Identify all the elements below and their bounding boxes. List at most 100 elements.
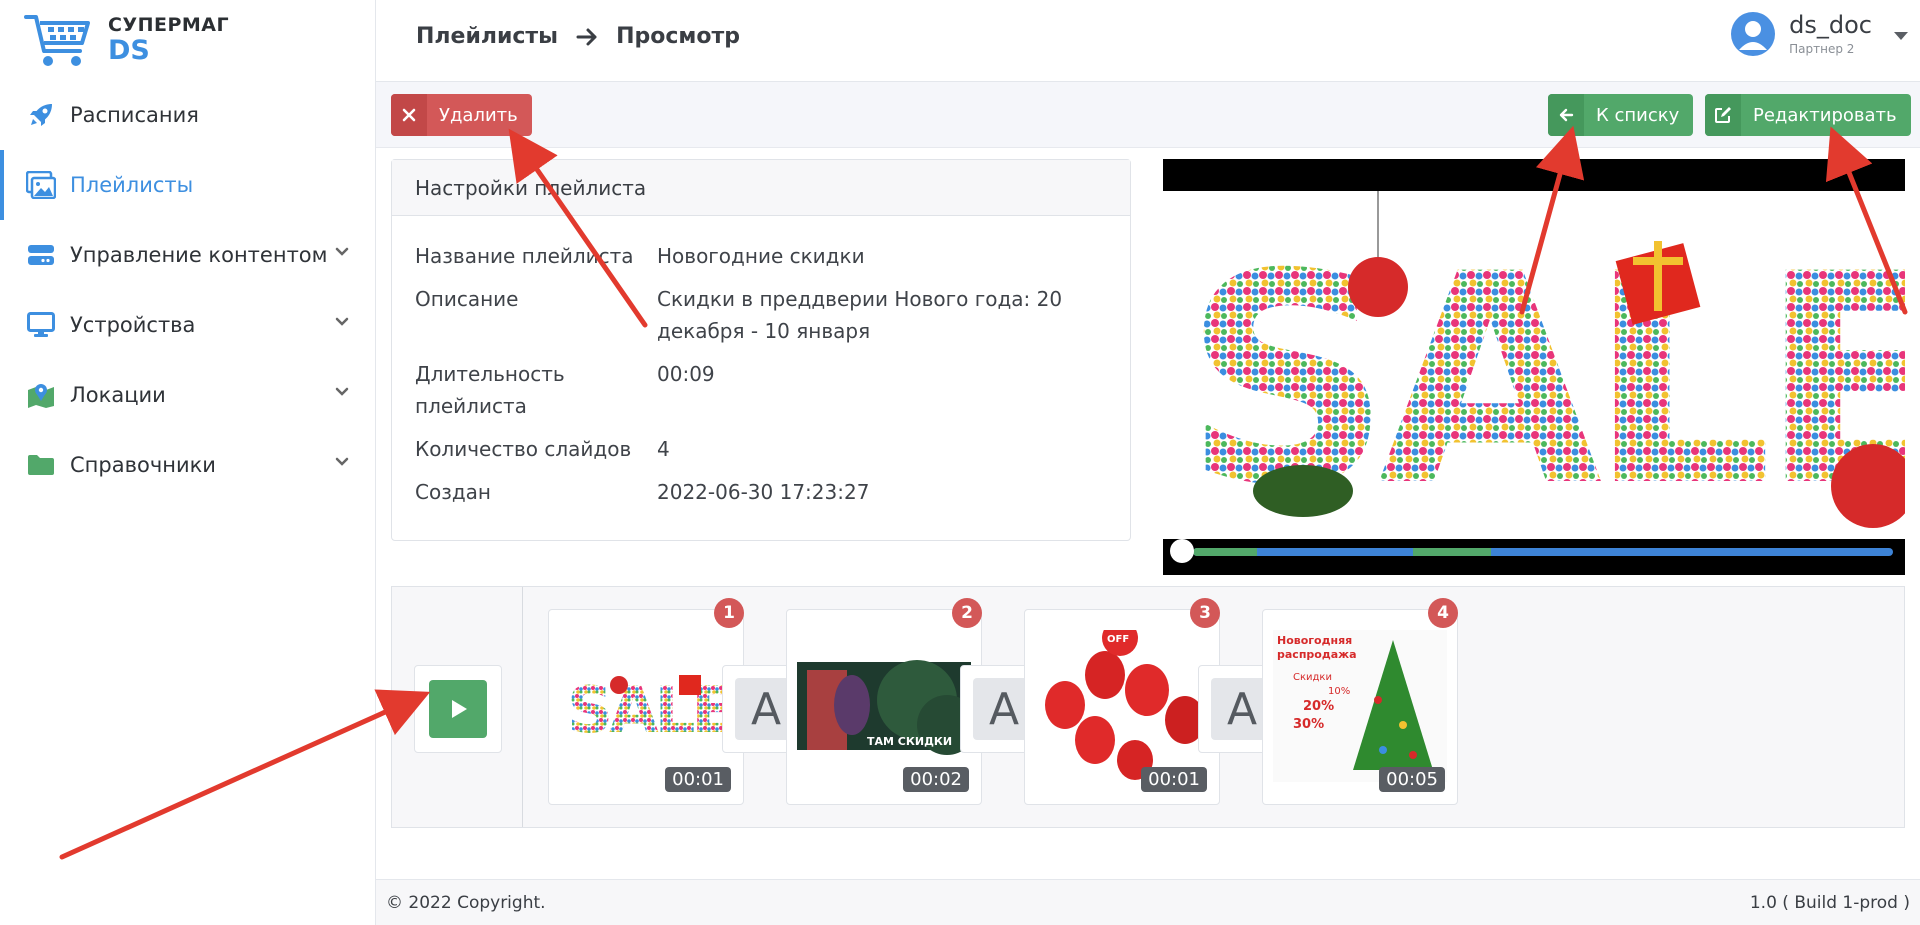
slide-thumbnail-title-2: распродажа — [1277, 648, 1357, 661]
user-info: ds_doc Партнер 2 — [1789, 13, 1872, 55]
slide-number-badge: 2 — [952, 598, 982, 628]
chevron-down-icon — [335, 317, 349, 326]
breadcrumb-playlists[interactable]: Плейлисты — [416, 24, 558, 49]
sidebar-item-devices[interactable]: Устройства — [0, 290, 376, 360]
slide-card[interactable]: ТАМ СКИДКИ 2 00:02 — [786, 598, 982, 805]
field-value: Скидки в преддверии Нового года: 20 дека… — [657, 287, 1063, 343]
slide-thumbnail-line-4: 10% — [1328, 686, 1350, 697]
brand-name: СУПЕРМАГ — [108, 14, 230, 36]
slide-thumbnail-text: ТАМ СКИДКИ — [867, 735, 952, 748]
user-role: Партнер 2 — [1789, 42, 1855, 56]
main-content: Удалить К списку Редактировать Настройки… — [376, 82, 1920, 879]
slide-card[interactable]: Новогодняя распродажа Скидки 10% 20% 30%… — [1262, 598, 1458, 805]
card-title: Настройки плейлиста — [392, 160, 1130, 216]
slide-duration: 00:01 — [665, 767, 731, 792]
sidebar: СУПЕРМАГ DS Расписания Плейлисты Управле… — [0, 0, 376, 925]
folder-icon — [26, 450, 56, 480]
sidebar-item-schedules[interactable]: Расписания — [0, 80, 376, 150]
slide-thumbnail-line-6: 30% — [1293, 717, 1324, 732]
toolbar: Удалить К списку Редактировать — [376, 82, 1920, 148]
avatar — [1731, 12, 1776, 56]
user-icon — [1739, 21, 1768, 50]
play-button[interactable] — [414, 665, 502, 753]
copyright-text: © 2022 Copyright. — [386, 892, 546, 913]
chevron-down-icon — [335, 457, 349, 466]
server-icon — [26, 240, 56, 270]
sidebar-item-label: Устройства — [70, 313, 196, 337]
slide-number-badge: 4 — [1428, 598, 1458, 628]
settings-body: Название плейлиста Новогодние скидки Опи… — [392, 216, 1130, 543]
back-button-label: К списку — [1596, 104, 1680, 126]
rocket-icon — [26, 100, 56, 130]
logo[interactable]: СУПЕРМАГ DS — [24, 8, 229, 72]
user-menu[interactable]: ds_doc Партнер 2 — [1731, 12, 1908, 56]
preview-progress-bar[interactable] — [1193, 548, 1893, 556]
slide-number-badge: 1 — [714, 598, 744, 628]
arrow-left-icon — [1548, 94, 1584, 136]
monitor-icon — [26, 310, 56, 340]
delete-button[interactable]: Удалить — [391, 94, 532, 136]
playlist-settings-card: Настройки плейлиста Название плейлиста Н… — [391, 159, 1131, 541]
slide-thumbnail-title-1: Новогодняя — [1277, 634, 1352, 647]
breadcrumb: Плейлисты Просмотр — [416, 24, 740, 49]
edit-icon — [1705, 94, 1741, 136]
slide-card[interactable]: SALE 1 00:01 — [548, 598, 744, 805]
chevron-down-icon — [335, 387, 349, 396]
field-label: Название плейлиста — [415, 244, 634, 268]
sidebar-item-playlists[interactable]: Плейлисты — [0, 150, 376, 220]
version-text: 1.0 ( Build 1-prod ) — [1749, 892, 1910, 913]
settings-row: Длительность плейлиста 00:09 — [415, 358, 1107, 422]
preview-progress-handle[interactable] — [1170, 539, 1194, 563]
sidebar-nav: Расписания Плейлисты Управление контенто… — [0, 80, 376, 500]
play-icon — [429, 680, 487, 738]
settings-row: Создан 2022-06-30 17:23:27 — [415, 476, 1107, 508]
arrow-right-icon — [576, 28, 597, 45]
field-value: 2022-06-30 17:23:27 — [657, 480, 870, 504]
preview-image: SALE — [1163, 191, 1905, 550]
slide-thumbnail: OFF — [1035, 630, 1209, 782]
slide-number-badge: 3 — [1190, 598, 1220, 628]
images-icon — [26, 170, 56, 200]
slide-thumbnail-text: OFF — [1107, 634, 1129, 645]
sidebar-item-locations[interactable]: Локации — [0, 360, 376, 430]
field-label: Создан — [415, 480, 491, 504]
playlist-preview-player[interactable]: SALE — [1163, 159, 1905, 575]
breadcrumb-view: Просмотр — [616, 24, 740, 49]
sidebar-item-directories[interactable]: Справочники — [0, 430, 376, 500]
delete-button-label: Удалить — [439, 104, 518, 126]
slide-thumbnail: ТАМ СКИДКИ — [797, 630, 971, 782]
sidebar-item-label: Плейлисты — [70, 173, 194, 197]
logo-text: СУПЕРМАГ DS — [108, 14, 230, 66]
caret-down-icon[interactable] — [1894, 32, 1908, 40]
field-value: 00:09 — [657, 362, 715, 386]
strip-divider — [522, 587, 523, 827]
sidebar-item-label: Справочники — [70, 453, 216, 477]
chevron-down-icon — [335, 247, 349, 256]
slide-thumbnail-text: SALE — [567, 674, 731, 748]
edit-button[interactable]: Редактировать — [1705, 94, 1911, 136]
slide-thumbnail: Новогодняя распродажа Скидки 10% 20% 30% — [1273, 630, 1447, 782]
map-icon — [26, 380, 56, 410]
slide-duration: 00:05 — [1379, 767, 1445, 792]
sidebar-item-content[interactable]: Управление контентом — [0, 220, 376, 290]
settings-row: Название плейлиста Новогодние скидки — [415, 240, 1107, 272]
top-header: Плейлисты Просмотр ds_doc Партнер 2 — [376, 0, 1920, 82]
sidebar-item-label: Локации — [70, 383, 166, 407]
slide-card[interactable]: OFF 3 00:01 — [1024, 598, 1220, 805]
brand-sub: DS — [108, 35, 150, 66]
back-to-list-button[interactable]: К списку — [1548, 94, 1694, 136]
slide-thumbnail-line-3: Скидки — [1293, 672, 1332, 683]
cart-logo-icon — [24, 15, 90, 66]
slide-thumbnail-line-5: 20% — [1303, 699, 1334, 714]
field-label: Длительность плейлиста — [415, 362, 565, 418]
sale-image: SALE — [1183, 191, 1905, 550]
settings-row: Количество слайдов 4 — [415, 433, 1107, 465]
sidebar-item-label: Расписания — [70, 103, 199, 127]
field-label: Описание — [415, 287, 519, 311]
sidebar-item-label: Управление контентом — [70, 243, 328, 267]
field-label: Количество слайдов — [415, 437, 632, 461]
edit-button-label: Редактировать — [1753, 104, 1897, 126]
slide-duration: 00:02 — [903, 767, 969, 792]
user-name: ds_doc — [1789, 11, 1872, 39]
footer: © 2022 Copyright. 1.0 ( Build 1-prod ) — [376, 879, 1920, 925]
